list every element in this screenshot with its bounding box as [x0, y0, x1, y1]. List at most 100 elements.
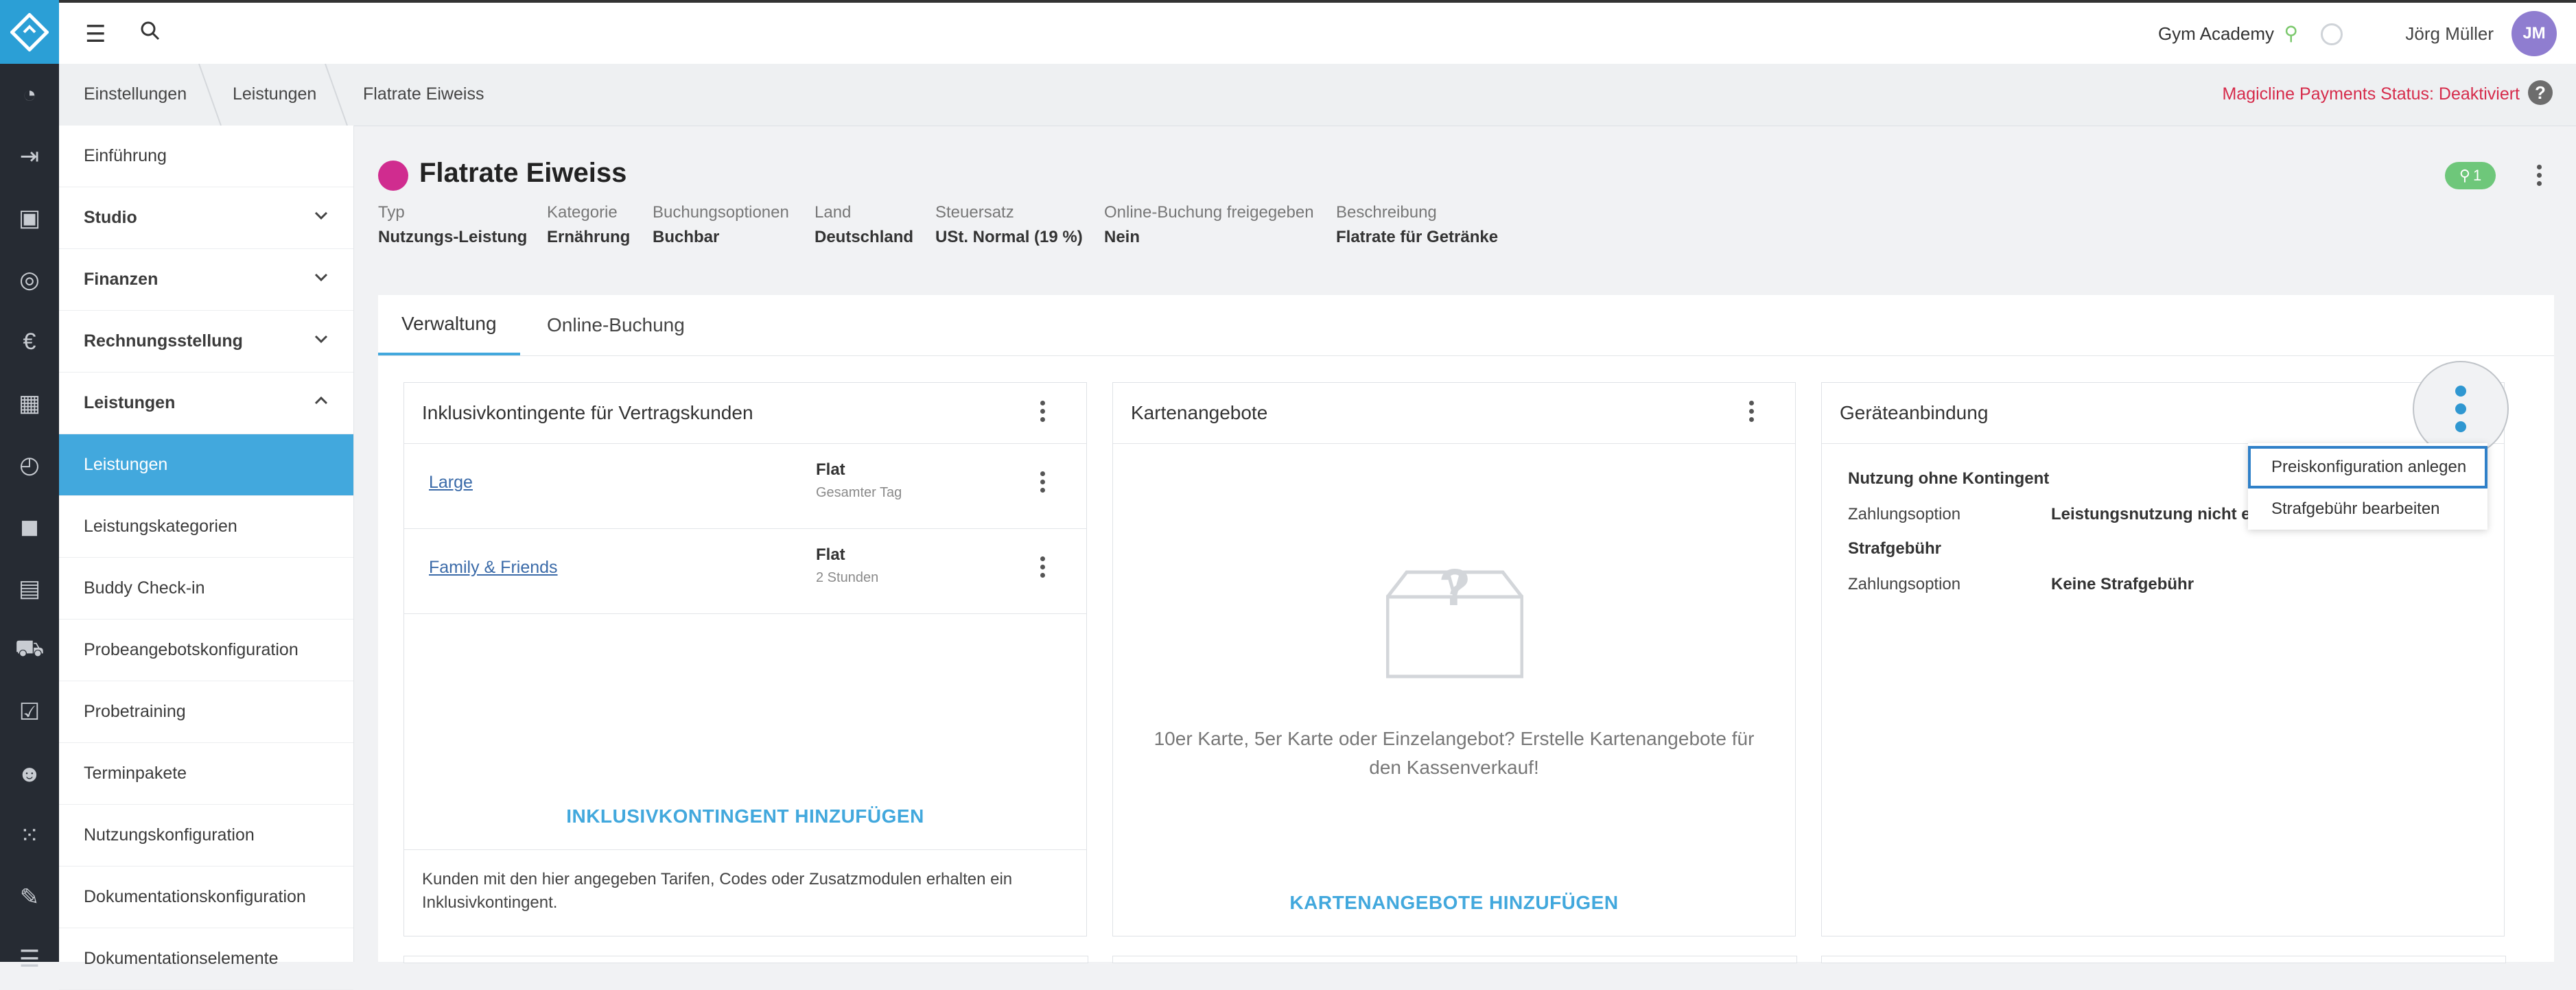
contingent-link[interactable]: Large: [429, 473, 473, 493]
grid-icon[interactable]: ⁙: [0, 805, 59, 867]
sidebar-item-dokumentationskonfiguration[interactable]: Dokumentationskonfiguration: [59, 867, 353, 928]
sidebar-item-studio[interactable]: Studio: [59, 187, 353, 249]
target-icon[interactable]: ◎: [0, 249, 59, 311]
field-label: Zahlungsoption: [1848, 505, 1961, 523]
chevron-down-icon: [314, 211, 328, 220]
meta-value: Buchbar: [653, 228, 720, 246]
meta-steuersatz: Steuersatz USt. Normal (19 %): [935, 203, 1083, 247]
chevron-down-icon: [314, 335, 328, 344]
sidebar-item-dokumentationselemente[interactable]: Dokumentationselemente: [59, 928, 353, 990]
menu-icon[interactable]: ☰: [85, 21, 106, 48]
card-partial: [403, 956, 1088, 963]
page-title: Flatrate Eiweiss: [419, 158, 627, 188]
sidebar-item-einfuehrung[interactable]: Einführung: [59, 126, 353, 187]
logo-icon[interactable]: [0, 0, 59, 64]
card-inklusivkontingente: Inklusivkontingente für Vertragskunden L…: [403, 382, 1087, 936]
svg-text:?: ?: [1439, 563, 1471, 617]
settings-icon[interactable]: ☰: [0, 928, 59, 990]
user-name[interactable]: Jörg Müller: [2405, 23, 2494, 45]
field-value: Keine Strafgebühr: [2051, 575, 2194, 593]
contingent-type: Flat: [816, 545, 845, 564]
meta-key: Buchungsoptionen: [653, 203, 789, 222]
more-options-icon: [2454, 386, 2468, 432]
sidebar-item-label: Finanzen: [84, 270, 159, 289]
card-options-icon[interactable]: [1038, 401, 1046, 422]
meta-value: Deutschland: [815, 228, 914, 246]
sidebar-item-terminpakete[interactable]: Terminpakete: [59, 743, 353, 805]
sidebar-item-buddy-checkin[interactable]: Buddy Check-in: [59, 558, 353, 620]
menu-item-strafgebuehr[interactable]: Strafgebühr bearbeiten: [2248, 499, 2487, 519]
sidebar-item-label: Nutzungskonfiguration: [84, 825, 255, 845]
sidebar-item-label: Leistungen: [84, 455, 168, 474]
empty-state-text: 10er Karte, 5er Karte oder Einzelangebot…: [1154, 728, 1755, 778]
location-badge[interactable]: ⚲ 1: [2445, 162, 2496, 189]
sidebar-item-label: Studio: [84, 208, 137, 227]
calendar-icon[interactable]: ▦: [0, 373, 59, 434]
badge-count: 1: [2472, 167, 2482, 184]
meta-kategorie: Kategorie Ernährung: [547, 203, 630, 247]
card-title: Inklusivkontingente für Vertragskunden: [404, 383, 1086, 444]
tools-icon[interactable]: ✎: [0, 867, 59, 928]
breadcrumb-einstellungen[interactable]: Einstellungen: [84, 84, 187, 104]
sidebar-item-rechnungsstellung[interactable]: Rechnungsstellung: [59, 311, 353, 373]
menu-item-preiskonfiguration[interactable]: Preiskonfiguration anlegen: [2248, 446, 2487, 488]
studio-name[interactable]: Gym Academy: [2158, 23, 2274, 45]
clock-icon[interactable]: [2321, 23, 2343, 45]
card-title: Geräteanbindung: [1822, 383, 2504, 444]
row-options-icon[interactable]: [1038, 556, 1046, 578]
field-label: Zahlungsoption: [1848, 575, 1961, 593]
meta-online-buchung: Online-Buchung freigegeben Nein: [1104, 203, 1314, 247]
avatar[interactable]: JM: [2511, 11, 2557, 56]
sidebar-item-leistungskategorien[interactable]: Leistungskategorien: [59, 496, 353, 558]
sidebar-item-leistungen-group[interactable]: Leistungen: [59, 373, 353, 434]
contacts-icon[interactable]: ▣: [0, 187, 59, 249]
cart-icon[interactable]: ⛟: [0, 620, 59, 681]
add-kartenangebote-button[interactable]: KARTENANGEBOTE HINZUFÜGEN: [1113, 892, 1795, 914]
meta-typ: Typ Nutzungs-Leistung: [378, 203, 527, 247]
sidebar-item-label: Leistungskategorien: [84, 517, 237, 536]
sidebar-item-leistungen[interactable]: Leistungen: [59, 434, 353, 496]
card-options-button[interactable]: [2413, 361, 2509, 457]
meta-key: Land: [815, 203, 852, 222]
search-icon[interactable]: [140, 21, 161, 45]
top-bar: ☰ Gym Academy ⚲ Jörg Müller JM: [59, 0, 2576, 64]
task-icon[interactable]: ☑: [0, 681, 59, 743]
breadcrumb-separator: [198, 64, 222, 126]
tab-verwaltung[interactable]: Verwaltung: [378, 295, 520, 355]
timer-icon[interactable]: ◴: [0, 434, 59, 496]
meta-key: Kategorie: [547, 203, 618, 222]
card-title-text: Inklusivkontingente für Vertragskunden: [422, 402, 753, 423]
chat-icon[interactable]: ◼: [0, 496, 59, 558]
contingent-duration: Gesamter Tag: [816, 485, 902, 500]
sidebar-item-nutzungskonfiguration[interactable]: Nutzungskonfiguration: [59, 805, 353, 867]
checkin-icon[interactable]: ⇥: [0, 126, 59, 187]
icon-rail: ◔ ⇥ ▣ ◎ € ▦ ◴ ◼ ▤ ⛟ ☑ ☻ ⁙ ✎ ☰: [0, 0, 59, 972]
card-kartenangebote: Kartenangebote ? 10er Karte, 5er Karte o…: [1112, 382, 1796, 936]
row-options-icon[interactable]: [1038, 471, 1046, 493]
card-title-text: Kartenangebote: [1131, 402, 1268, 423]
location-pin-icon: ⚲: [2284, 23, 2298, 44]
card-title-text: Geräteanbindung: [1840, 402, 1989, 423]
add-inklusivkontingent-button[interactable]: INKLUSIVKONTINGENT HINZUFÜGEN: [404, 805, 1086, 827]
contingent-link[interactable]: Family & Friends: [429, 558, 558, 578]
meta-land: Land Deutschland: [815, 203, 913, 247]
sidebar-item-finanzen[interactable]: Finanzen: [59, 249, 353, 311]
euro-icon[interactable]: €: [0, 311, 59, 373]
group-icon[interactable]: ☻: [0, 743, 59, 805]
table-row: Large Flat Gesamter Tag: [404, 444, 1086, 529]
tab-online-buchung[interactable]: Online-Buchung: [547, 295, 685, 355]
dashboard-icon[interactable]: ◔: [0, 64, 59, 126]
sidebar-item-label: Dokumentationskonfiguration: [84, 887, 306, 906]
chart-icon[interactable]: ▤: [0, 558, 59, 620]
more-options-icon[interactable]: [2535, 165, 2543, 186]
meta-key: Online-Buchung freigegeben: [1104, 203, 1314, 222]
payments-status[interactable]: Magicline Payments Status: Deaktiviert: [2222, 84, 2520, 104]
breadcrumb-leistungen[interactable]: Leistungen: [233, 84, 316, 104]
card-options-icon[interactable]: [1747, 401, 1755, 422]
card-partial: [1821, 956, 2506, 963]
sidebar-item-label: Probetraining: [84, 702, 186, 721]
sidebar-item-probeangebotskonfiguration[interactable]: Probeangebotskonfiguration: [59, 620, 353, 681]
sidebar-item-probetraining[interactable]: Probetraining: [59, 681, 353, 743]
help-icon[interactable]: ?: [2528, 80, 2553, 105]
meta-value: Flatrate für Getränke: [1336, 228, 1499, 246]
